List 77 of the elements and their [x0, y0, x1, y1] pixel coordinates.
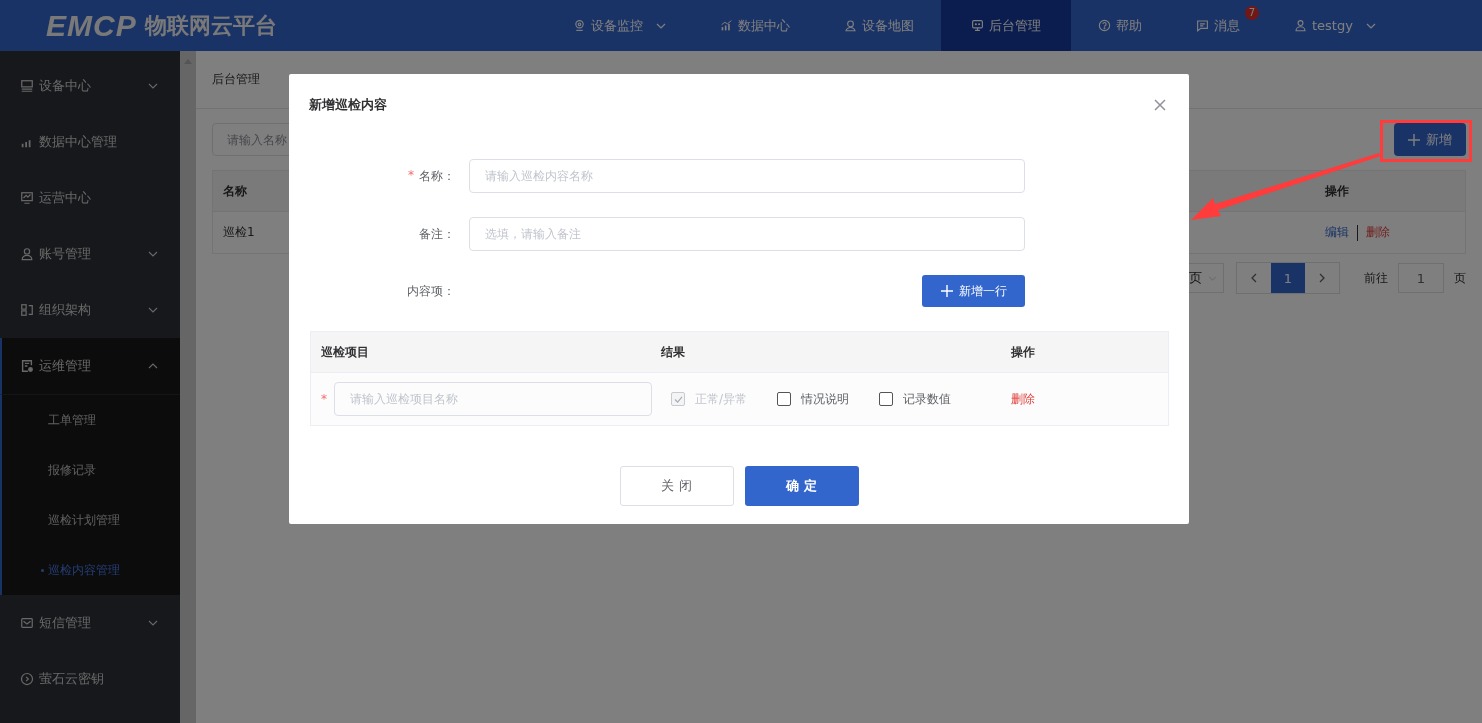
field-label: 备注： — [419, 225, 455, 243]
checkbox-option[interactable]: 记录数值 — [879, 390, 952, 408]
monitor-icon — [971, 19, 984, 32]
sidebar-item[interactable]: 运营中心 — [0, 170, 180, 226]
column-header: 操作 — [1011, 343, 1036, 361]
sidebar-item[interactable]: 组织架构 — [0, 282, 180, 338]
chevron-left-icon — [1251, 273, 1257, 283]
plus-icon — [1408, 133, 1420, 146]
add-row-button[interactable]: 新增一行 — [922, 275, 1025, 307]
message-icon — [1196, 19, 1209, 32]
plus-icon — [940, 285, 953, 297]
page-suffix: 页 — [1454, 269, 1466, 287]
help-icon — [1098, 19, 1111, 32]
chevron-right-icon — [1319, 273, 1325, 283]
count-badge: 7 — [1244, 6, 1259, 20]
device-icon — [20, 79, 34, 93]
column-header: 巡检项目 — [320, 343, 370, 361]
sidebar-item[interactable]: 数据中心管理 — [0, 114, 180, 170]
chevron-down-icon — [148, 620, 158, 626]
chevron-down-icon — [148, 83, 158, 89]
nav-tab[interactable]: testgy — [1267, 0, 1403, 51]
doc-icon — [20, 359, 34, 373]
close-icon[interactable] — [1154, 99, 1166, 111]
chevron-down-icon — [148, 251, 158, 257]
column-header: 操作 — [1325, 182, 1350, 200]
user-icon — [20, 247, 34, 261]
delete-link[interactable]: 删除 — [1366, 224, 1390, 241]
checkbox[interactable] — [777, 392, 792, 406]
dialog-title: 新增巡检内容 — [309, 96, 387, 114]
mail-icon — [20, 616, 34, 630]
field-label: 名称： — [419, 167, 455, 185]
play-icon — [20, 672, 34, 686]
required-mark: * — [321, 392, 327, 406]
confirm-button[interactable]: 确 定 — [744, 466, 859, 506]
nav-tab[interactable]: 后台管理 — [941, 0, 1071, 51]
goto-label: 前往 — [1364, 269, 1388, 287]
sidebar-item[interactable]: 设备中心 — [0, 58, 180, 114]
delete-link[interactable]: 删除 — [1011, 390, 1168, 408]
submenu-item[interactable]: 报修记录 — [2, 445, 180, 495]
input-field[interactable]: 选填，请输入备注 — [469, 217, 1025, 251]
submenu-item[interactable]: 巡检计划管理 — [2, 495, 180, 545]
input-field[interactable]: 请输入巡检内容名称 — [469, 159, 1025, 193]
platform-title: 物联网云平台 — [144, 11, 277, 40]
submenu-item[interactable]: 工单管理 — [2, 395, 180, 445]
bars-icon — [720, 19, 733, 32]
sidebar-item[interactable]: 运维管理 — [0, 338, 180, 395]
logo-text: EMCP — [46, 8, 137, 43]
close-button[interactable]: 关 闭 — [619, 466, 734, 506]
checkbox-option[interactable]: 情况说明 — [777, 390, 850, 408]
org-icon — [20, 303, 34, 317]
sidebar-item[interactable]: 短信管理 — [0, 595, 180, 651]
breadcrumb-link[interactable]: 后台管理 — [212, 71, 260, 88]
user-icon — [1294, 19, 1307, 32]
chart-icon — [20, 191, 34, 205]
person-pin-icon — [844, 19, 857, 32]
nav-tab[interactable]: 帮助 — [1071, 0, 1169, 51]
sidebar-item[interactable]: 萤石云密钥 — [0, 651, 180, 707]
edit-link[interactable]: 编辑 — [1325, 224, 1349, 241]
goto-page-field[interactable]: 1 — [1398, 263, 1444, 293]
nav-tab[interactable]: 设备地图 — [817, 0, 941, 51]
add-button[interactable]: 新增 — [1394, 123, 1466, 156]
nav-tab[interactable]: 数据中心 — [693, 0, 817, 51]
chevron-down-icon — [148, 307, 158, 313]
field-label: 内容项： — [407, 282, 455, 300]
pin-icon — [573, 19, 586, 32]
column-header: 结果 — [661, 343, 686, 361]
sidebar-item[interactable]: 账号管理 — [0, 226, 180, 282]
chevron-up-icon — [148, 363, 158, 369]
required-mark: * — [408, 167, 414, 184]
scrollbar[interactable] — [180, 51, 196, 723]
nav-tab[interactable]: 设备监控 — [546, 0, 693, 51]
column-header: 名称 — [222, 182, 248, 200]
checkbox[interactable] — [879, 392, 894, 406]
page-button[interactable]: 1 — [1271, 263, 1305, 293]
submenu-item[interactable]: 巡检内容管理 — [2, 545, 180, 595]
table-cell: 巡检1 — [223, 225, 255, 239]
nav-tab[interactable]: 消息 7 — [1169, 0, 1267, 51]
